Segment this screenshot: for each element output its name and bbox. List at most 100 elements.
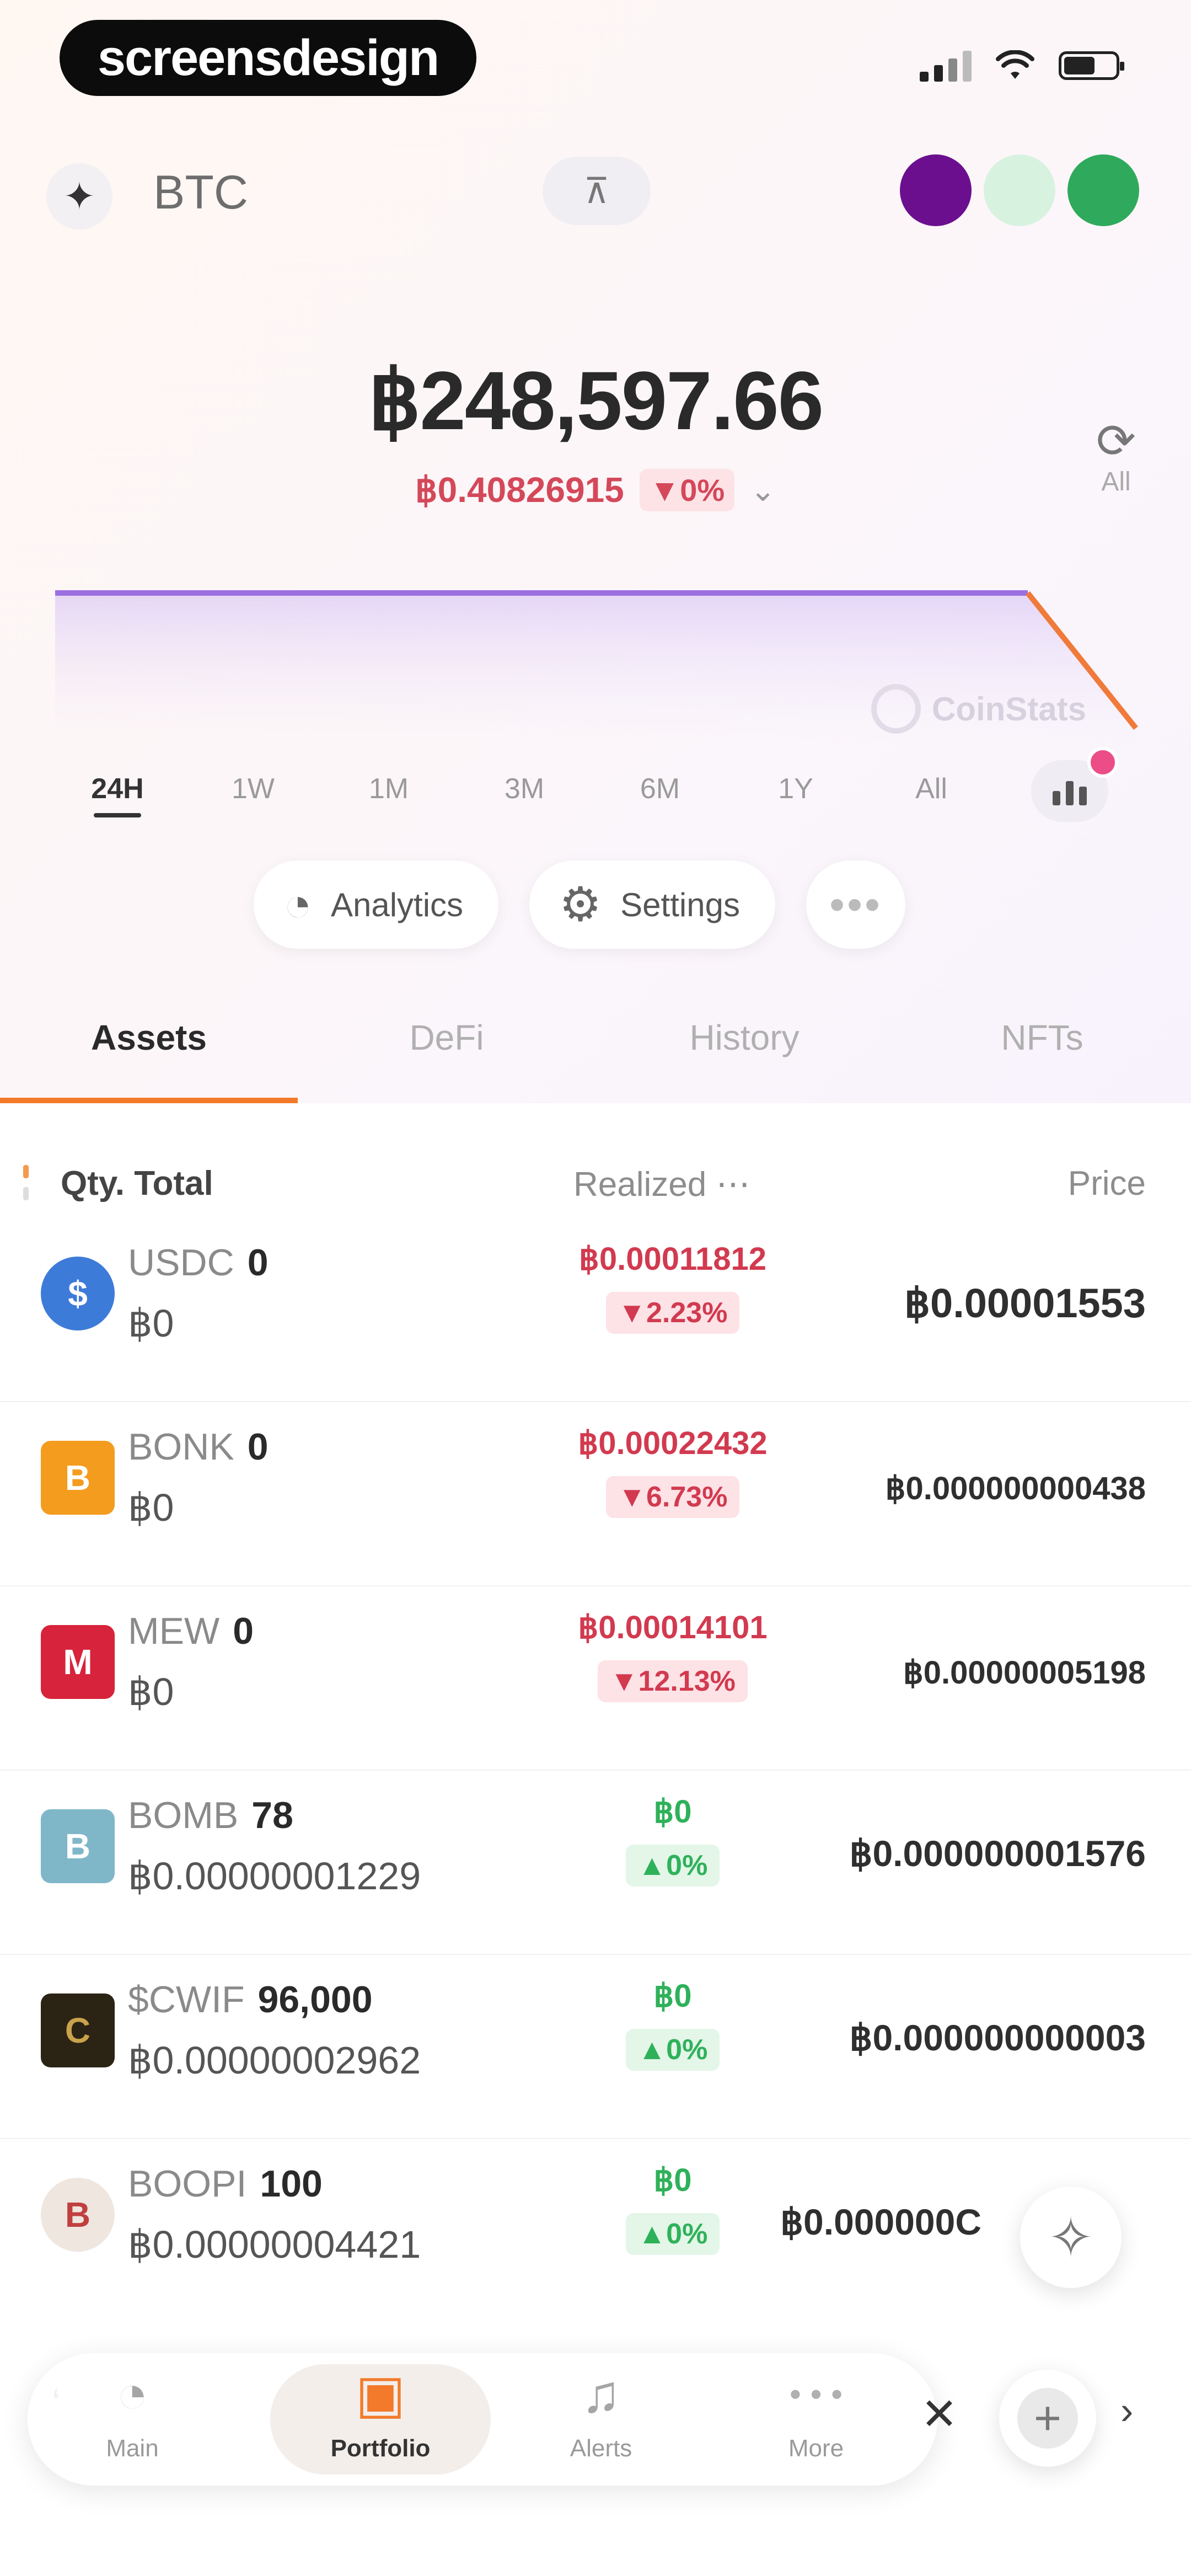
analytics-label: Analytics bbox=[330, 886, 464, 923]
range-1m[interactable]: 1M bbox=[321, 772, 457, 805]
token-price: ฿0.00000005198 bbox=[903, 1655, 1146, 1691]
wifi-icon bbox=[996, 50, 1034, 79]
more-actions-button[interactable]: ••• bbox=[806, 861, 905, 949]
token-name: USDC 0 bbox=[128, 1241, 269, 1284]
balance-change[interactable]: ฿0.40826915 ▼0% ⌄ bbox=[0, 469, 1191, 511]
chart-watermark: CoinStats bbox=[871, 684, 1086, 734]
range-24h[interactable]: 24H bbox=[50, 772, 185, 817]
scan-icon: ⊼ bbox=[583, 170, 610, 211]
nav-main[interactable]: ◔ Main bbox=[50, 2364, 215, 2475]
total-balance: ฿248,597.66 bbox=[368, 354, 824, 447]
chevron-right-icon[interactable]: › bbox=[1120, 2388, 1133, 2433]
more-icon: ••• bbox=[829, 880, 882, 929]
table-row[interactable]: B BOMB 78 ฿0.00000001229 ฿0 ▲0% ฿0.000000… bbox=[0, 1771, 1191, 1955]
tab-history[interactable]: History bbox=[596, 1004, 893, 1103]
assets-table-header: Qty. Total Realized ⋯ Price bbox=[0, 1158, 1191, 1214]
table-row[interactable]: B BONK 0 ฿0 ฿0.00022432 ▼6.73% ฿0.0000000… bbox=[0, 1402, 1191, 1586]
sort-icon[interactable] bbox=[23, 1165, 29, 1200]
realized-value: ฿0 bbox=[653, 2162, 692, 2198]
scan-button[interactable]: ⊼ bbox=[543, 157, 651, 225]
realized-cell: ฿0.00011812 ▼2.23% bbox=[529, 1240, 816, 1334]
token-symbol: BONK bbox=[128, 1426, 234, 1468]
bomb-coin-icon: B bbox=[41, 1809, 115, 1883]
realized-value: ฿0.00022432 bbox=[578, 1425, 768, 1461]
column-realized[interactable]: Realized ⋯ bbox=[573, 1164, 750, 1204]
range-3m[interactable]: 3M bbox=[457, 772, 592, 805]
avatar[interactable] bbox=[984, 154, 1055, 226]
nav-alerts[interactable]: ♫ Alerts bbox=[518, 2364, 684, 2475]
range-selector: 24H 1W 1M 3M 6M 1Y All bbox=[50, 772, 1191, 817]
table-row[interactable]: M MEW 0 ฿0 ฿0.00014101 ▼12.13% ฿0.0000000… bbox=[0, 1586, 1191, 1771]
nav-label: More bbox=[788, 2435, 844, 2462]
nav-portfolio[interactable]: ▣ Portfolio bbox=[270, 2364, 491, 2475]
realized-change-badge: ▲0% bbox=[625, 2029, 720, 2071]
mew-coin-icon: M bbox=[41, 1625, 115, 1699]
settings-label: Settings bbox=[620, 886, 740, 923]
battery-icon bbox=[1059, 51, 1124, 80]
token-symbol: USDC bbox=[128, 1242, 234, 1284]
change-percent-badge: ▼0% bbox=[639, 469, 735, 511]
realized-cell: ฿0 ▲0% bbox=[529, 2161, 816, 2255]
token-name: $CWIF 96,000 bbox=[128, 1978, 373, 2021]
column-qty-total[interactable]: Qty. Total bbox=[61, 1164, 213, 1203]
realized-value: ฿0.00011812 bbox=[578, 1241, 767, 1277]
token-symbol: BOOPI bbox=[128, 2163, 247, 2205]
signal-icon bbox=[920, 50, 972, 82]
bell-icon: ♫ bbox=[581, 2365, 621, 2424]
token-price: ฿0.000000C bbox=[780, 2201, 981, 2242]
tab-defi[interactable]: DeFi bbox=[298, 1004, 596, 1103]
realized-cell: ฿0.00014101 ▼12.13% bbox=[529, 1608, 816, 1702]
usdc-coin-icon: $ bbox=[41, 1257, 115, 1330]
tab-assets[interactable]: Assets bbox=[0, 1004, 298, 1103]
realized-change-badge: ▼6.73% bbox=[605, 1476, 740, 1518]
ai-assistant-button[interactable]: ✧ bbox=[1020, 2187, 1122, 2288]
range-6m[interactable]: 6M bbox=[592, 772, 728, 805]
token-price: ฿0.000000000003 bbox=[849, 2017, 1146, 2058]
analytics-button[interactable]: ◔ Analytics bbox=[254, 861, 499, 949]
token-total: ฿0 bbox=[128, 1486, 174, 1529]
token-total: ฿0 bbox=[128, 1302, 174, 1345]
avatar[interactable] bbox=[900, 154, 972, 226]
token-symbol: $CWIF bbox=[128, 1979, 245, 2021]
more-icon: • • • bbox=[789, 2376, 843, 2413]
refresh-button[interactable]: ⟳ All bbox=[1083, 414, 1149, 497]
realized-value: ฿0 bbox=[653, 1978, 692, 2014]
close-icon[interactable]: ✕ bbox=[921, 2388, 958, 2440]
token-name: MEW 0 bbox=[128, 1610, 254, 1653]
account-avatars[interactable] bbox=[900, 154, 1139, 226]
nav-more[interactable]: • • • More bbox=[733, 2364, 899, 2475]
sparkle-button[interactable]: ✦ bbox=[46, 163, 112, 229]
token-price: ฿0.000000000438 bbox=[885, 1471, 1146, 1506]
range-1w[interactable]: 1W bbox=[185, 772, 321, 805]
token-total: ฿0.00000001229 bbox=[128, 1854, 421, 1898]
realized-change-badge: ▼2.23% bbox=[605, 1292, 740, 1334]
bonk-coin-icon: B bbox=[41, 1441, 115, 1515]
settings-button[interactable]: ⚙ Settings bbox=[529, 861, 775, 949]
realized-change-badge: ▼12.13% bbox=[598, 1660, 748, 1702]
header-title[interactable]: BTC bbox=[153, 165, 248, 220]
token-price: ฿0.00001553 bbox=[904, 1280, 1146, 1326]
bottom-navigation: ◔ Main ▣ Portfolio ♫ Alerts • • • More bbox=[28, 2353, 937, 2486]
portfolio-tabs: Assets DeFi History NFTs bbox=[0, 1004, 1191, 1103]
cwif-coin-icon: C bbox=[41, 1994, 115, 2067]
token-qty: 78 bbox=[251, 1794, 293, 1836]
column-price[interactable]: Price bbox=[1068, 1164, 1146, 1203]
table-row[interactable]: $ USDC 0 ฿0 ฿0.00011812 ▼2.23% ฿0.0000155… bbox=[0, 1218, 1191, 1402]
avatar[interactable] bbox=[1067, 154, 1139, 226]
change-value: ฿0.40826915 bbox=[415, 470, 624, 510]
notification-dot-icon bbox=[1087, 747, 1118, 778]
realized-change-badge: ▲0% bbox=[625, 1845, 720, 1886]
add-transaction-button[interactable]: + bbox=[999, 2370, 1096, 2467]
watermark-label: CoinStats bbox=[932, 690, 1087, 728]
table-row[interactable]: C $CWIF 96,000 ฿0.00000002962 ฿0 ▲0% ฿0.0… bbox=[0, 1955, 1191, 2139]
token-name: BOMB 78 bbox=[128, 1794, 293, 1837]
tab-nfts[interactable]: NFTs bbox=[893, 1004, 1191, 1103]
refresh-icon: ⟳ bbox=[1096, 415, 1136, 468]
nav-label: Portfolio bbox=[330, 2435, 431, 2462]
range-1y[interactable]: 1Y bbox=[728, 772, 863, 805]
table-row[interactable]: B BOOPI 100 ฿0.00000004421 ฿0 ▲0% ฿0.0000… bbox=[0, 2139, 1191, 2323]
realized-cell: ฿0 ▲0% bbox=[529, 1793, 816, 1886]
token-symbol: BOMB bbox=[128, 1794, 239, 1836]
range-all[interactable]: All bbox=[863, 772, 999, 805]
briefcase-icon: ▣ bbox=[355, 2365, 406, 2424]
